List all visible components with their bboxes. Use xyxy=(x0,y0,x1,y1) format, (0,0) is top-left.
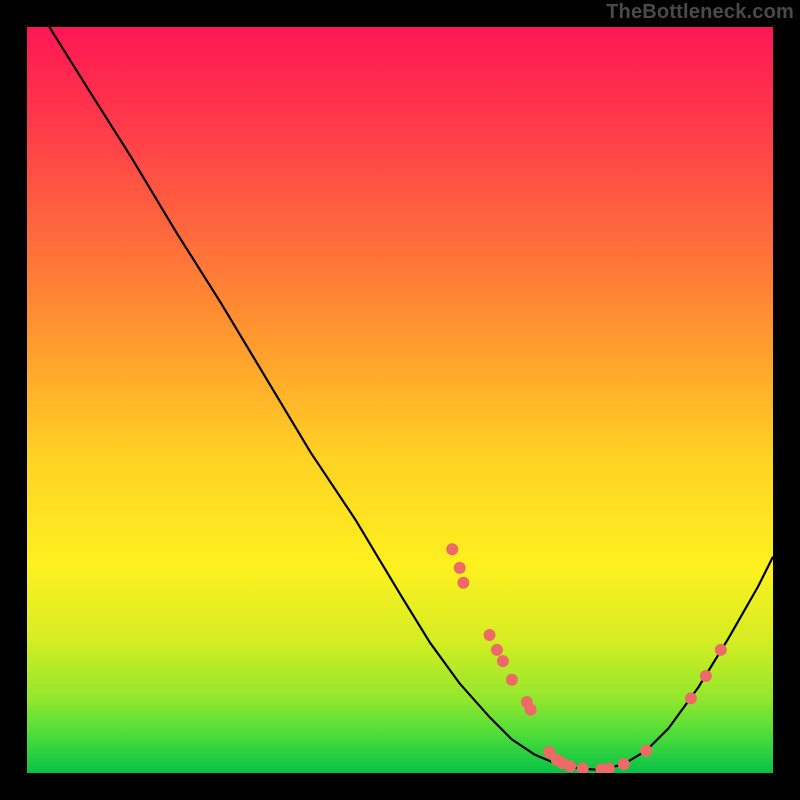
plot-area xyxy=(27,27,773,773)
data-marker xyxy=(577,763,589,773)
data-marker xyxy=(484,629,496,641)
data-marker xyxy=(454,562,466,574)
watermark-label: TheBottleneck.com xyxy=(606,1,794,24)
data-marker xyxy=(640,745,652,757)
data-marker xyxy=(446,543,458,555)
data-marker xyxy=(564,760,576,772)
data-marker xyxy=(525,704,537,716)
data-marker xyxy=(700,670,712,682)
data-marker xyxy=(685,692,697,704)
data-marker xyxy=(457,577,469,589)
chart-frame: TheBottleneck.com xyxy=(0,0,800,800)
data-marker xyxy=(715,644,727,656)
data-marker xyxy=(497,655,509,667)
curve-layer xyxy=(27,27,773,773)
bottleneck-curve xyxy=(49,27,773,770)
data-marker xyxy=(618,758,630,770)
data-marker xyxy=(603,763,615,773)
marker-layer xyxy=(446,543,727,773)
data-marker xyxy=(491,644,503,656)
data-marker xyxy=(506,674,518,686)
